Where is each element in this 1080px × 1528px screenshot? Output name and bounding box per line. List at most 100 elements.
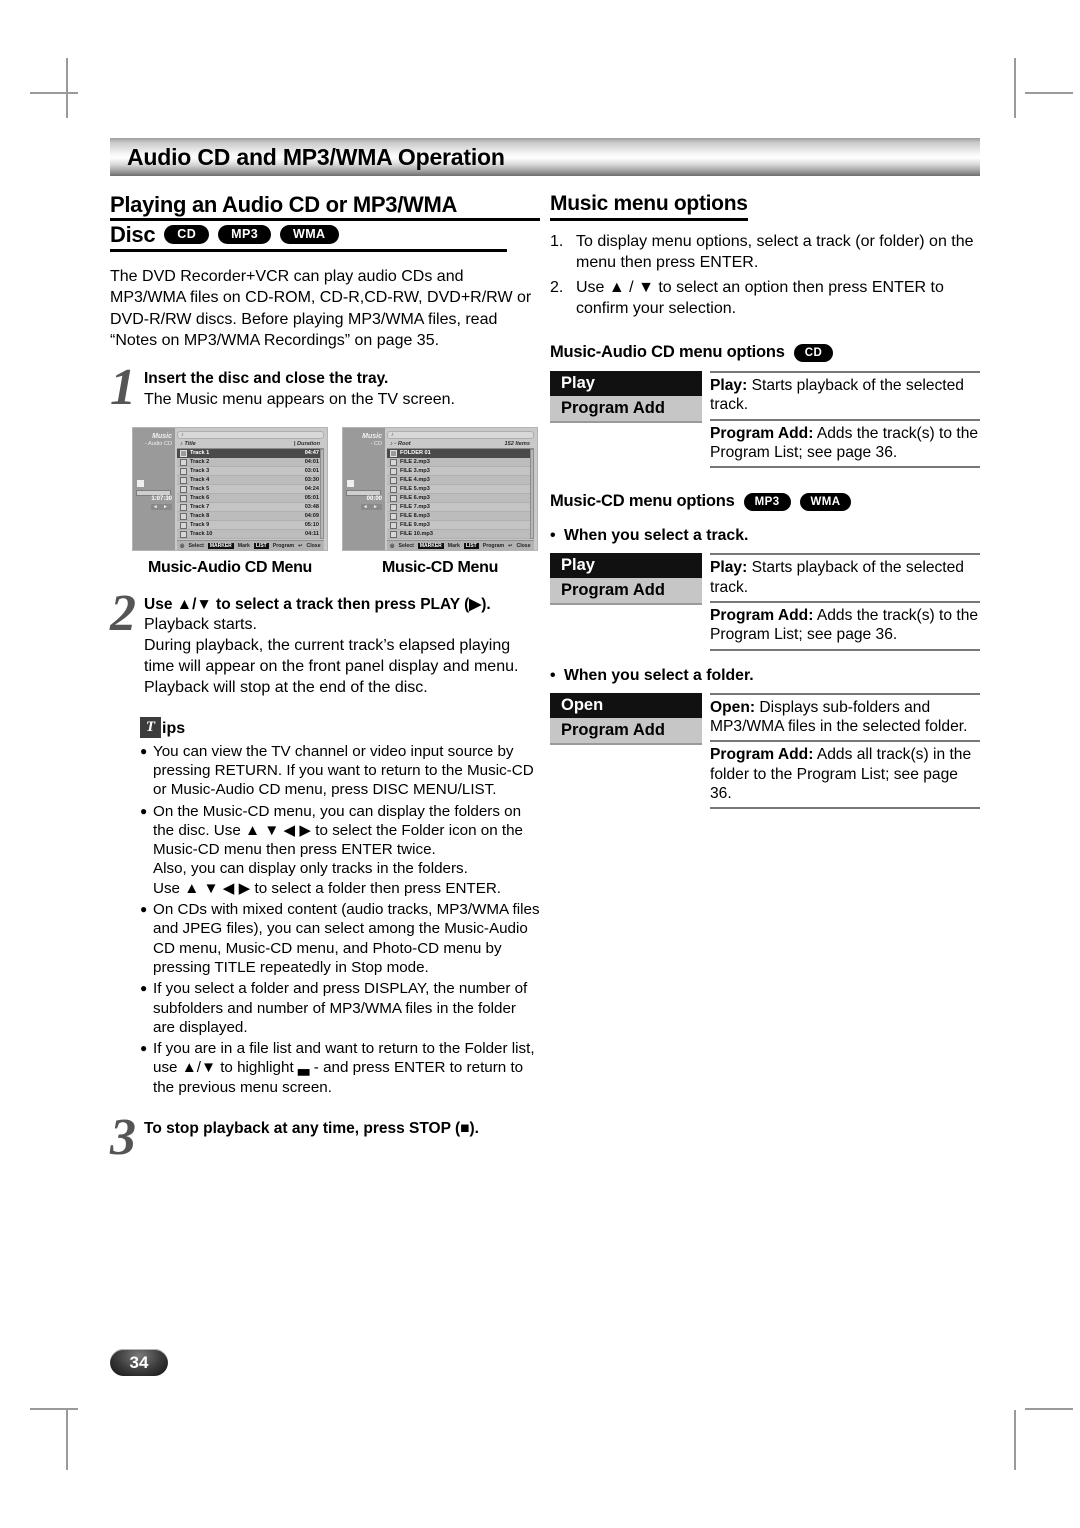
table-row[interactable]: FILE 4.mp3 [387,476,534,486]
footer-close-label: Close [516,542,531,549]
badge-mp3: MP3 [218,224,272,244]
crop-mark-top-left-h [30,92,78,94]
table-row[interactable]: FILE 7.mp3 [387,503,534,513]
table-row[interactable]: Track 7 03:48 [177,503,324,513]
table-row[interactable]: FILE 6.mp3 [387,494,534,504]
audio-cd-transport-icons: ◄ ► [150,503,172,510]
footer-program-label: Program [272,542,295,549]
definition-program-add: Program Add: Adds the track(s) to the Pr… [710,418,980,469]
option-program-add-button[interactable]: Program Add [550,717,702,745]
table-row[interactable]: FILE 10.mp3 [387,530,534,540]
option-play-button[interactable]: Play [550,553,702,579]
file-icon [390,530,397,538]
audio-cd-stop-indicator [137,479,144,487]
right-section-heading: Music menu options [550,192,748,221]
step-3-text: To stop playback at any time, press STOP… [144,1119,479,1156]
option-table-audio-cd: Play Program Add Play: Starts playback o… [550,371,980,469]
step-1-text: Insert the disc and close the tray. The … [144,369,455,411]
screenshot-music-audio-cd: Music - Audio CD 1:07:30 ◄ ► ♪ ♪ Title |… [132,426,328,551]
track-icon [180,521,187,529]
audio-cd-sidebar: Music - Audio CD 1:07:30 ◄ ► [133,427,175,550]
step-2: 2 Use ▲/▼ to select a track then press P… [110,584,540,699]
table-row[interactable]: Track 2 04:01 [177,458,324,468]
audio-cd-scrollbar[interactable] [320,449,324,540]
file-icon [390,503,397,511]
option-open-button[interactable]: Open [550,692,702,718]
table-row[interactable]: Track 8 04:09 [177,512,324,522]
folder-icon [390,449,397,457]
footer-mark-label: Mark [237,542,250,549]
bullet-icon: ● [140,803,148,818]
file-icon [390,485,397,493]
heading-underline [110,249,507,253]
option-definitions: Play: Starts playback of the selected tr… [710,553,980,651]
option-keys: Play Program Add [550,553,702,650]
table-row[interactable]: FILE 5.mp3 [387,485,534,495]
table-row[interactable]: Track 6 05:01 [177,494,324,504]
track-icon [180,494,187,502]
file-icon [390,512,397,520]
subheading-label: Music-CD menu options [550,492,735,511]
file-icon [390,458,397,466]
track-icon [180,530,187,538]
option-program-add-button[interactable]: Program Add [550,578,702,606]
audio-cd-column-headers: ♪ Title | Duration [177,441,324,450]
bullet-icon: ● [140,743,148,758]
bullet-icon: ● [140,981,148,996]
table-row[interactable]: FILE 8.mp3 [387,512,534,522]
badge-wma: WMA [799,492,852,511]
step-2-body: Playback starts. [144,616,257,634]
definition-program-add: Program Add: Adds the track(s) to the Pr… [710,601,980,651]
crop-mark-bottom-left-h [30,1408,78,1410]
table-row[interactable]: FOLDER 01 [387,449,534,459]
cd-titlebar: ♪ [387,430,534,440]
file-icon [390,467,397,475]
option-play-button[interactable]: Play [550,371,702,397]
caption-music-cd-menu: Music-CD Menu [381,558,499,576]
option-program-add-button[interactable]: Program Add [550,396,702,424]
definition-play: Play: Starts playback of the selected tr… [710,553,980,601]
cd-file-list[interactable]: FOLDER 01 FILE 2.mp3 FILE 3.mp3 FILE 4.m… [387,449,534,540]
audio-cd-col-duration: | Duration [293,441,320,448]
track-icon [180,503,187,511]
tips-block: T ips ● You can view the TV channel or vi… [140,716,540,1097]
folder-icon: ▫ [394,441,397,448]
bullet-icon: • [550,666,556,684]
track-icon [180,485,187,493]
tips-list: ● You can view the TV channel or video in… [140,742,540,1097]
tips-word: ips [162,719,186,737]
menu-screenshots: Music - Audio CD 1:07:30 ◄ ► ♪ ♪ Title |… [132,426,540,551]
step-2-number: 2 [110,584,136,642]
footer-program-label: Program [482,542,505,549]
definition-open: Open: Displays sub-folders and MP3/WMA f… [710,692,980,741]
audio-cd-total-time: 1:07:30 [151,495,172,502]
table-row[interactable]: Track 3 03:01 [177,467,324,477]
cd-scrollbar[interactable] [530,449,534,540]
table-row[interactable]: FILE 2.mp3 [387,458,534,468]
option-keys: Play Program Add [550,371,702,468]
enter-icon: ◎ [180,542,185,549]
crop-mark-bottom-right-h [1025,1408,1073,1410]
crop-mark-top-left-v [66,58,68,118]
cd-total-time: 00:00 [366,495,382,502]
table-row[interactable]: Track 5 04:24 [177,485,324,495]
audio-cd-track-list[interactable]: Track 1 04:47 Track 2 04:01 Track 3 03:01 T… [177,449,324,540]
table-row[interactable]: Track 9 05:10 [177,521,324,531]
definition-program-add: Program Add: Adds all track(s) in the fo… [710,740,980,810]
table-row[interactable]: Track 4 03:30 [177,476,324,486]
list-item: ● On the Music-CD menu, you can display t… [140,802,523,897]
table-row[interactable]: Track 1 04:47 [177,449,324,459]
screenshot-music-cd: Music - CD 00:00 ◄ ► ♪ ♪ ▫ Root 152 Item… [342,426,538,551]
file-icon [390,476,397,484]
cd-transport-icons: ◄ ► [360,503,382,510]
table-row[interactable]: Track 10 04:11 [177,530,324,540]
right-column: Music menu options 1. To display menu opt… [550,192,980,1156]
two-column-layout: Playing an Audio CD or MP3/WMA Disc CD M… [110,192,980,1164]
page-number: 34 [110,1349,168,1376]
chapter-banner: Audio CD and MP3/WMA Operation [110,138,980,176]
table-row[interactable]: FILE 9.mp3 [387,521,534,531]
return-icon: ↩ [508,542,513,549]
table-row[interactable]: FILE 3.mp3 [387,467,534,477]
enter-icon: ◎ [390,542,395,549]
tips-heading: T ips [140,716,540,738]
